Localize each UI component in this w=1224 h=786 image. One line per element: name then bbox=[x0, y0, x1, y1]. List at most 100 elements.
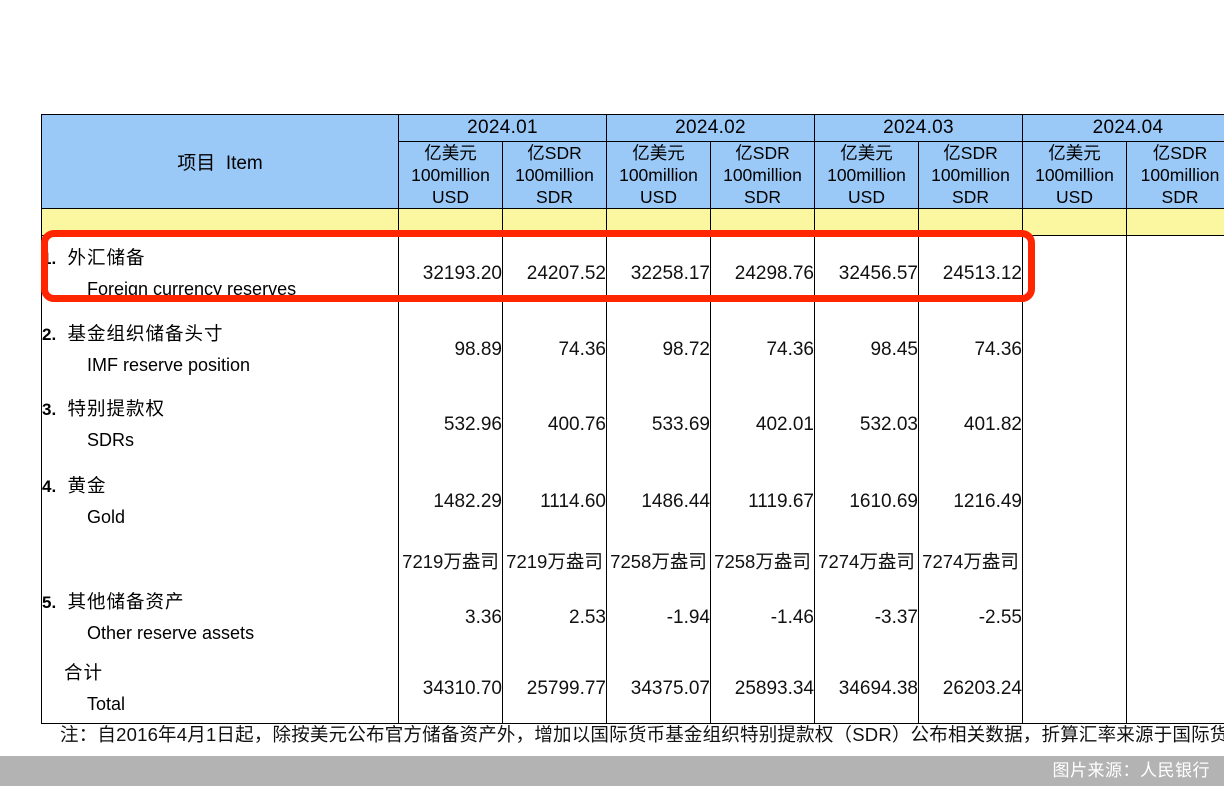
header-item-label-en: Item bbox=[225, 153, 263, 174]
cell-value bbox=[1126, 462, 1224, 541]
cell-value: 24207.52 bbox=[502, 235, 607, 313]
cell-value: 533.69 bbox=[606, 387, 711, 463]
cell-value: 25893.34 bbox=[710, 655, 815, 724]
cell-value: -1.46 bbox=[710, 580, 815, 656]
header-item-label-zh: 项目 bbox=[177, 153, 216, 174]
cell-value: 1610.69 bbox=[814, 462, 919, 541]
cell-value: -1.94 bbox=[606, 580, 711, 656]
row-label-zh: 2. 基金组织储备头寸 bbox=[42, 320, 398, 350]
cell-value bbox=[1022, 462, 1127, 541]
header-unit-line2: 100million bbox=[723, 165, 802, 185]
cell-value: 98.45 bbox=[814, 312, 919, 388]
header-unit-line3: SDR bbox=[744, 187, 781, 207]
header-unit-line2: 100million bbox=[515, 165, 594, 185]
row-number: 5. bbox=[42, 593, 57, 612]
header-unit-line1: 亿美元 bbox=[424, 143, 477, 163]
table-footnote: 注：自2016年4月1日起，除按美元公布官方储备资产外，增加以国际货币基金组织特… bbox=[44, 722, 1224, 748]
header-yellow-divider bbox=[41, 208, 1224, 236]
header-unit-line3: SDR bbox=[952, 187, 989, 207]
cell-value-ounces: 7219万盎司 bbox=[502, 540, 607, 581]
cell-value-ounces bbox=[1126, 540, 1224, 581]
row-label-zh-text: 外汇储备 bbox=[67, 249, 146, 270]
row-label-zh: 3. 特别提款权 bbox=[42, 395, 398, 425]
header-unit-line3: USD bbox=[432, 187, 469, 207]
table-row: 1. 外汇储备 Foreign currency reserves 32193.… bbox=[41, 235, 1224, 313]
header-unit-sdr-2024-01: 亿SDR 100million SDR bbox=[502, 141, 607, 209]
watermark-bar: 图片来源：人民银行 bbox=[0, 756, 1224, 786]
table-row-total: 合计 Total 34310.70 25799.77 34375.07 2589… bbox=[41, 655, 1224, 724]
table-row: 4. 黄金 Gold 1482.29 1114.60 1486.44 1119.… bbox=[41, 462, 1224, 541]
row-label-en: Foreign currency reserves bbox=[87, 279, 297, 300]
table-row: 2. 基金组织储备头寸 IMF reserve position 98.89 7… bbox=[41, 312, 1224, 388]
header-unit-line1: 亿美元 bbox=[1048, 143, 1101, 163]
cell-value: 32456.57 bbox=[814, 235, 919, 313]
row-label-foreign-currency-reserves: 1. 外汇储备 Foreign currency reserves bbox=[41, 235, 399, 313]
cell-value: 32193.20 bbox=[398, 235, 503, 313]
cell-value: 34375.07 bbox=[606, 655, 711, 724]
header-unit-line3: SDR bbox=[536, 187, 573, 207]
page-root: 项目 Item 2024.01 2024.02 2024.03 2024.04 … bbox=[0, 0, 1224, 786]
cell-value: 74.36 bbox=[918, 312, 1023, 388]
cell-value: 532.96 bbox=[398, 387, 503, 463]
row-label-zh: 合计 bbox=[42, 659, 398, 689]
cell-value-ounces: 7219万盎司 bbox=[398, 540, 503, 581]
cell-value-ounces bbox=[1022, 540, 1127, 581]
cell-value bbox=[1126, 655, 1224, 724]
watermark-source-label: 图片来源：人民银行 bbox=[1052, 761, 1210, 780]
header-period-2024-04: 2024.04 bbox=[1022, 114, 1224, 142]
header-unit-line3: USD bbox=[848, 187, 885, 207]
cell-value: 400.76 bbox=[502, 387, 607, 463]
cell-value bbox=[1126, 580, 1224, 656]
cell-value: 401.82 bbox=[918, 387, 1023, 463]
row-number: 3. bbox=[42, 400, 57, 419]
header-unit-line2: 100million bbox=[411, 165, 490, 185]
cell-value bbox=[1022, 387, 1127, 463]
cell-value-ounces: 7258万盎司 bbox=[606, 540, 711, 581]
yellow-strip-cell bbox=[1126, 208, 1224, 236]
table-header: 项目 Item 2024.01 2024.02 2024.03 2024.04 … bbox=[41, 114, 1224, 236]
cell-value bbox=[1022, 235, 1127, 313]
cell-value: 24298.76 bbox=[710, 235, 815, 313]
row-label-other-reserve-assets: 5. 其他储备资产 Other reserve assets bbox=[41, 580, 399, 656]
row-number: 4. bbox=[42, 476, 57, 496]
cell-value: -2.55 bbox=[918, 580, 1023, 656]
row-label-zh-text: 其他储备资产 bbox=[67, 593, 185, 613]
header-unit-line2: 100million bbox=[1140, 165, 1220, 185]
header-unit-line1: 亿SDR bbox=[735, 143, 790, 163]
row-label-zh: 4. 黄金 bbox=[42, 472, 398, 502]
cell-value bbox=[1022, 580, 1127, 656]
header-period-2024-02: 2024.02 bbox=[606, 114, 815, 142]
cell-value: 26203.24 bbox=[918, 655, 1023, 724]
reserve-assets-table-container: 项目 Item 2024.01 2024.02 2024.03 2024.04 … bbox=[41, 114, 1224, 724]
cell-value-ounces: 7274万盎司 bbox=[918, 540, 1023, 581]
header-unit-sdr-2024-02: 亿SDR 100million SDR bbox=[710, 141, 815, 209]
cell-value: 1216.49 bbox=[918, 462, 1023, 541]
yellow-strip-cell bbox=[606, 208, 711, 236]
header-unit-line2: 100million bbox=[827, 165, 906, 185]
row-label-zh-text: 合计 bbox=[64, 664, 104, 685]
row-number: 1. bbox=[42, 249, 57, 269]
cell-value: 3.36 bbox=[398, 580, 503, 656]
row-label-en: Total bbox=[87, 694, 126, 715]
header-item-cell: 项目 Item bbox=[41, 114, 399, 209]
cell-value: 1114.60 bbox=[502, 462, 607, 541]
yellow-strip-cell bbox=[398, 208, 503, 236]
cell-value: -3.37 bbox=[814, 580, 919, 656]
cell-value: 25799.77 bbox=[502, 655, 607, 724]
cell-value: 532.03 bbox=[814, 387, 919, 463]
cell-value: 2.53 bbox=[502, 580, 607, 656]
row-label-zh-text: 基金组织储备头寸 bbox=[67, 325, 224, 345]
table-row: 3. 特别提款权 SDRs 532.96 400.76 533.69 402.0… bbox=[41, 387, 1224, 463]
cell-value-ounces: 7258万盎司 bbox=[710, 540, 815, 581]
cell-value: 1486.44 bbox=[606, 462, 711, 541]
header-unit-line2: 100million bbox=[619, 165, 698, 185]
row-label-total: 合计 Total bbox=[41, 655, 399, 724]
yellow-strip-cell bbox=[918, 208, 1023, 236]
header-period-2024-01: 2024.01 bbox=[398, 114, 607, 142]
table-row-gold-ounces: 7219万盎司 7219万盎司 7258万盎司 7258万盎司 7274万盎司 … bbox=[41, 540, 1224, 581]
yellow-strip-cell bbox=[814, 208, 919, 236]
cell-value: 402.01 bbox=[710, 387, 815, 463]
row-label-gold-ounces-blank bbox=[41, 540, 399, 581]
row-label-en: Gold bbox=[87, 506, 126, 527]
cell-value: 74.36 bbox=[710, 312, 815, 388]
